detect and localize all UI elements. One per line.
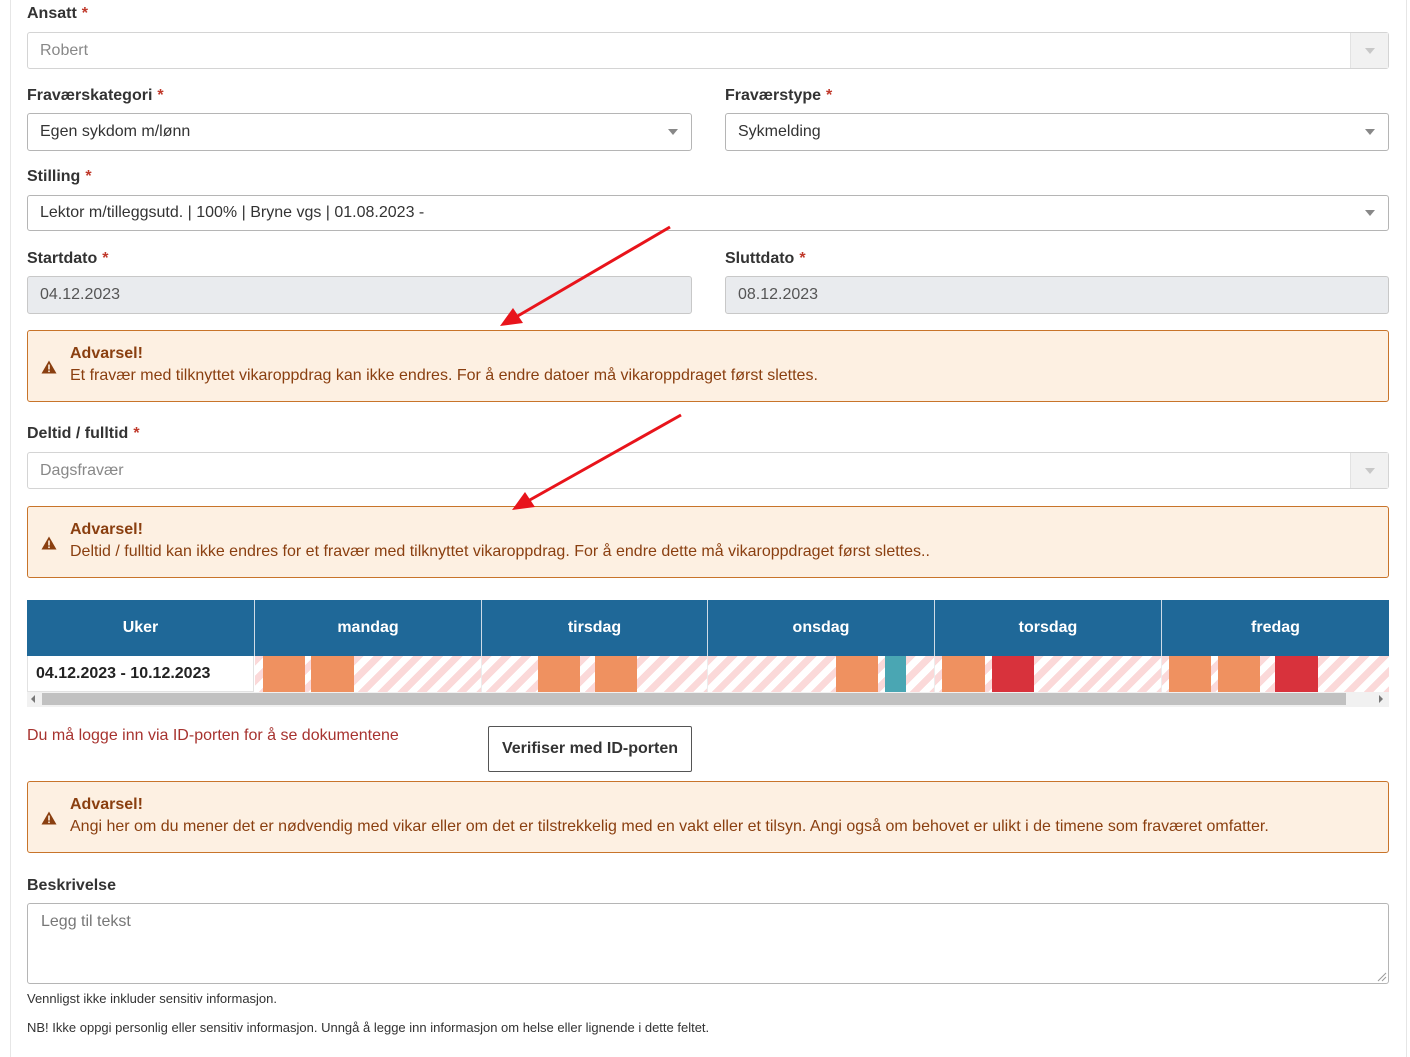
alert-text: Et fravær med tilknyttet vikaroppdrag ka… (70, 367, 818, 384)
chevron-down-icon (1364, 467, 1375, 474)
absence-block-teal[interactable] (885, 656, 906, 692)
required-mark: * (826, 87, 833, 104)
fravaerstype-label-text: Fraværstype (725, 87, 822, 104)
week-grid-header: Uker mandag tirsdag onsdag torsdag freda… (27, 600, 1389, 656)
nb-note: NB! Ikke oppgi personlig eller sensitiv … (27, 1020, 710, 1035)
deltid-select[interactable]: Dagsfravær (27, 452, 1389, 489)
warning-icon (41, 811, 57, 825)
header-uker: Uker (27, 600, 255, 656)
ansatt-value: Robert (40, 41, 89, 59)
header-onsdag: onsdag (708, 600, 935, 656)
id-porten-login-message: Du må logge inn via ID-porten for å se d… (27, 727, 399, 744)
alert-title: Advarsel! (70, 796, 143, 813)
deltid-label-text: Deltid / fulltid (27, 425, 129, 442)
required-mark: * (133, 425, 140, 442)
sluttdato-label-text: Sluttdato (725, 250, 795, 267)
deltid-dropdown-toggle[interactable] (1350, 453, 1388, 488)
deltid-label: Deltid / fulltid * (27, 425, 140, 443)
header-fredag: fredag (1251, 619, 1300, 636)
sensitive-info-note: Vennligst ikke inkluder sensitiv informa… (27, 991, 278, 1006)
week-row: 04.12.2023 - 10.12.2023 (27, 656, 1389, 692)
week-grid: Uker mandag tirsdag onsdag torsdag freda… (27, 600, 1389, 708)
absence-block[interactable] (311, 656, 354, 692)
sluttdato-input[interactable]: 08.12.2023 (725, 276, 1389, 314)
header-mandag: mandag (255, 600, 482, 656)
warning-alert-deltid: Advarsel! Deltid / fulltid kan ikke endr… (27, 506, 1389, 578)
chevron-down-icon (1364, 47, 1375, 54)
deltid-value: Dagsfravær (40, 461, 124, 479)
verify-id-porten-button[interactable]: Verifiser med ID-porten (488, 726, 692, 772)
ansatt-dropdown-toggle[interactable] (1350, 33, 1388, 68)
day-cell-mandag[interactable] (255, 656, 482, 692)
ansatt-label-text: Ansatt (27, 5, 77, 22)
warning-alert-vikar: Advarsel! Angi her om du mener det er nø… (27, 781, 1389, 853)
ansatt-select[interactable]: Robert (27, 32, 1389, 69)
fravaerskategori-select[interactable]: Egen sykdom m/lønn (27, 113, 692, 151)
day-cell-torsdag[interactable] (935, 656, 1162, 692)
absence-block[interactable] (942, 656, 985, 692)
fravaerskategori-dropdown-toggle[interactable] (654, 114, 691, 150)
absence-block[interactable] (836, 656, 878, 692)
alert-text: Deltid / fulltid kan ikke endres for et … (70, 543, 930, 560)
absence-block-red[interactable] (992, 656, 1034, 692)
warning-alert-dates: Advarsel! Et fravær med tilknyttet vikar… (27, 330, 1389, 402)
alert-text: Angi her om du mener det er nødvendig me… (70, 818, 1269, 835)
absence-block[interactable] (1218, 656, 1260, 692)
warning-icon (41, 360, 57, 374)
absence-block[interactable] (263, 656, 305, 692)
header-tirsdag: tirsdag (482, 600, 708, 656)
sluttdato-label: Sluttdato * (725, 250, 806, 268)
chevron-down-icon (1364, 129, 1375, 135)
startdato-label: Startdato * (27, 250, 108, 268)
sluttdato-value: 08.12.2023 (738, 286, 819, 303)
alert-title: Advarsel! (70, 521, 143, 538)
warning-icon (41, 536, 57, 550)
fravaerstype-label: Fraværstype * (725, 87, 832, 105)
beskrivelse-textarea[interactable] (27, 903, 1389, 984)
absence-block[interactable] (595, 656, 637, 692)
scrollbar-thumb[interactable] (42, 693, 1346, 705)
required-mark: * (81, 5, 89, 22)
required-mark: * (102, 250, 109, 267)
beskrivelse-label: Beskrivelse (27, 877, 116, 894)
scroll-left-icon[interactable] (31, 695, 35, 703)
week-range-label: 04.12.2023 - 10.12.2023 (27, 656, 254, 692)
fravaerstype-select[interactable]: Sykmelding (725, 113, 1389, 151)
fravaerstype-value: Sykmelding (738, 123, 821, 140)
stilling-dropdown-toggle[interactable] (1351, 196, 1388, 230)
alert-title: Advarsel! (70, 345, 143, 362)
required-mark: * (799, 250, 806, 267)
stilling-label-text: Stilling (27, 168, 81, 185)
header-torsdag: torsdag (935, 600, 1162, 656)
stilling-value: Lektor m/tilleggsutd. | 100% | Bryne vgs… (40, 204, 425, 221)
fravaerskategori-label-text: Fraværskategori (27, 87, 153, 104)
absence-block[interactable] (538, 656, 580, 692)
startdato-label-text: Startdato (27, 250, 98, 267)
ansatt-label: Ansatt * (27, 5, 88, 23)
resize-grip-icon[interactable] (1377, 972, 1387, 982)
horizontal-scrollbar[interactable] (27, 692, 1389, 707)
required-mark: * (85, 168, 92, 185)
day-cell-onsdag[interactable] (708, 656, 935, 692)
stilling-select[interactable]: Lektor m/tilleggsutd. | 100% | Bryne vgs… (27, 195, 1389, 231)
scroll-right-icon[interactable] (1379, 695, 1383, 703)
startdato-value: 04.12.2023 (40, 286, 121, 303)
absence-block[interactable] (1169, 656, 1211, 692)
stilling-label: Stilling * (27, 168, 92, 186)
day-cell-fredag[interactable] (1162, 656, 1389, 692)
fravaerskategori-value: Egen sykdom m/lønn (40, 123, 191, 140)
required-mark: * (157, 87, 164, 104)
page-border-left (10, 0, 11, 1057)
day-cell-tirsdag[interactable] (482, 656, 708, 692)
startdato-input[interactable]: 04.12.2023 (27, 276, 692, 314)
page-border-right (1406, 0, 1407, 1057)
absence-block-red[interactable] (1275, 656, 1318, 692)
fravaerskategori-label: Fraværskategori * (27, 87, 164, 105)
chevron-down-icon (667, 129, 678, 135)
fravaerstype-dropdown-toggle[interactable] (1351, 114, 1388, 150)
chevron-down-icon (1364, 210, 1375, 216)
